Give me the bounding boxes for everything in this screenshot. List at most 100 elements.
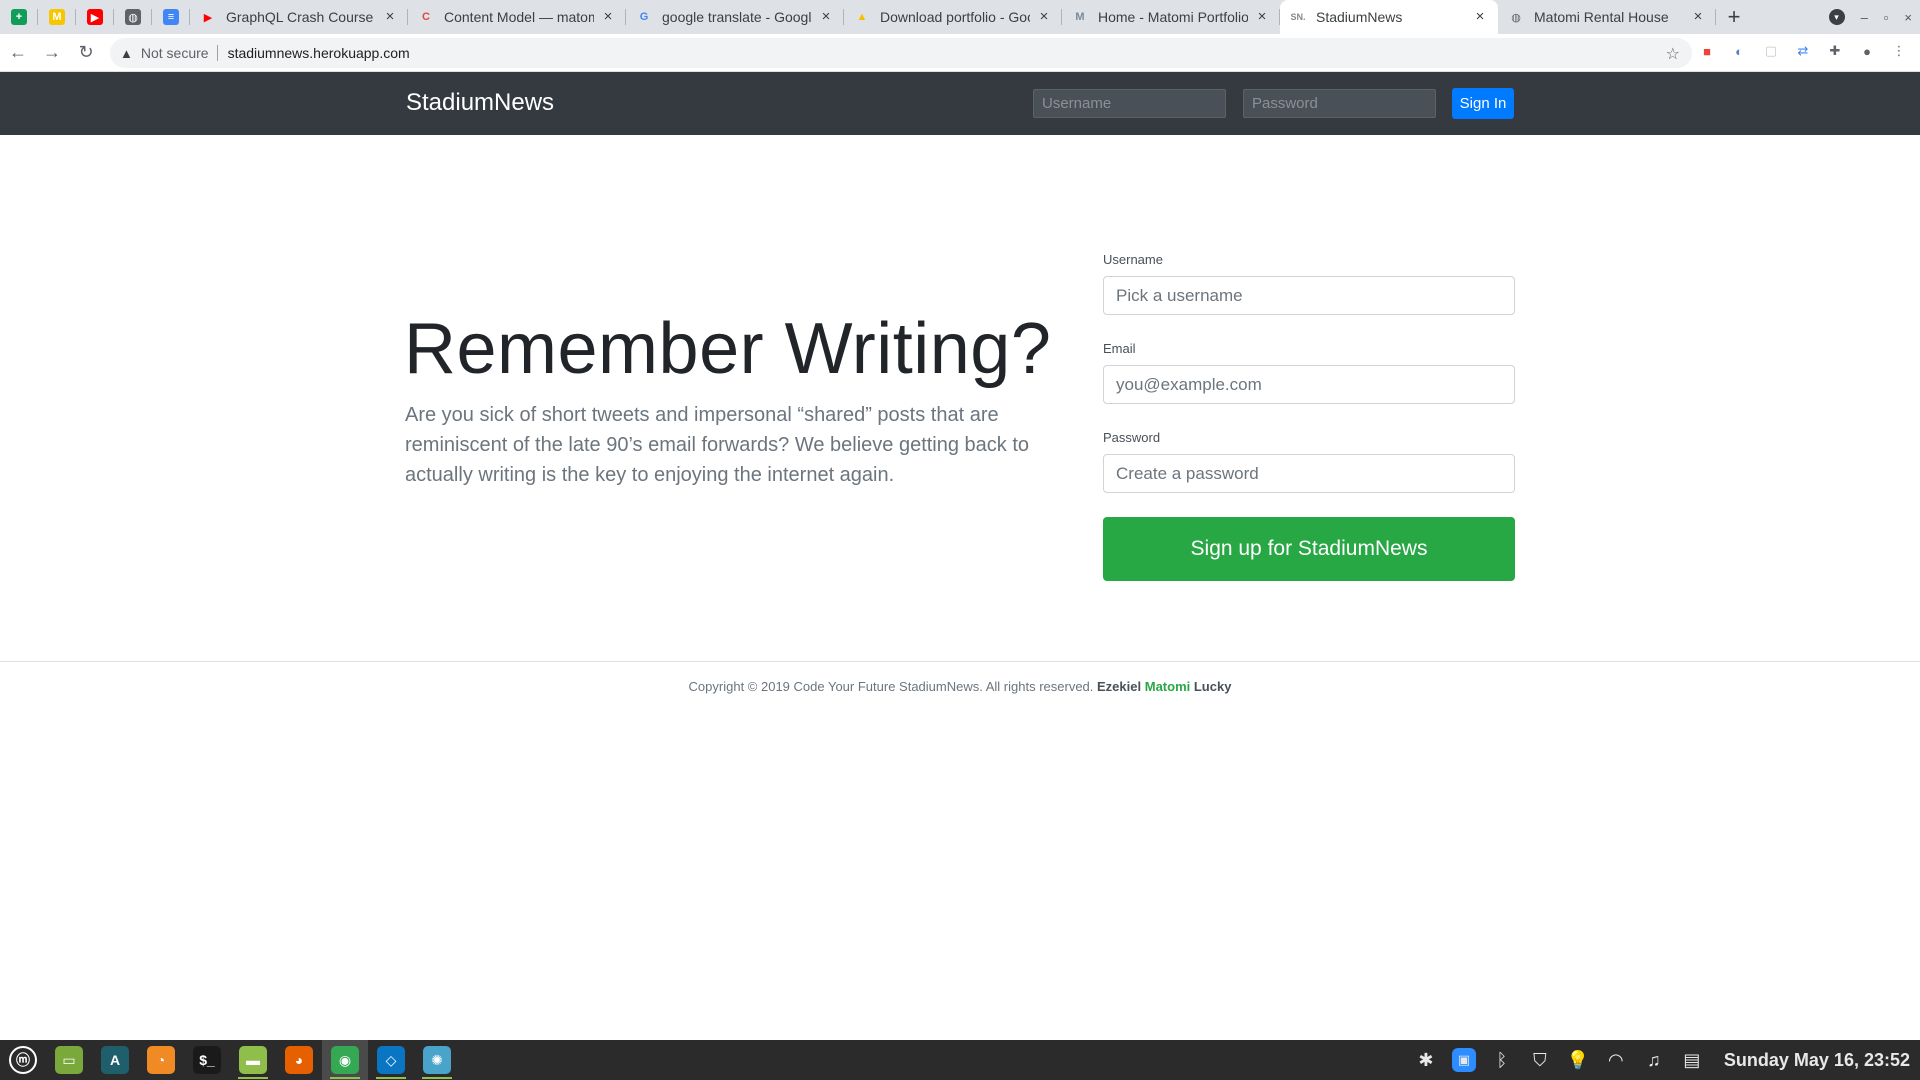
pinned-tab[interactable]: ▶ [76, 0, 114, 34]
youtube-icon: ▶ [203, 11, 213, 24]
browser-tab[interactable]: ◍ Matomi Rental House × [1498, 0, 1716, 34]
browser-tab[interactable]: C Content Model — matomi × [408, 0, 626, 34]
shield-icon[interactable]: ⛉ [1528, 1050, 1552, 1071]
clock[interactable]: Sunday May 16, 23:52 [1724, 1050, 1910, 1071]
sheets-icon: + [11, 9, 27, 25]
tab-search-icon[interactable]: ▾ [1828, 9, 1845, 25]
hero-lead-text: Are you sick of short tweets and imperso… [405, 404, 1030, 486]
hero-title: Remember Writing? [404, 309, 1052, 389]
bluetooth-icon[interactable]: ᛒ [1490, 1050, 1514, 1071]
puzzle-icon[interactable]: ✚ [1826, 42, 1844, 60]
footer-divider [0, 661, 1920, 662]
taskbar-app[interactable]: ▭ [46, 1040, 92, 1080]
vscode-icon: ◇ [377, 1046, 405, 1074]
address-bar[interactable]: ▲ Not secure stadiumnews.herokuapp.com ☆ [110, 38, 1692, 68]
bookmark-star-icon[interactable]: ☆ [1666, 44, 1680, 64]
brand-logo[interactable]: StadiumNews [406, 89, 554, 117]
music-icon[interactable]: ♫ [1642, 1050, 1666, 1071]
tab-close-icon[interactable]: × [600, 9, 616, 25]
mint-menu-icon: ⓜ [9, 1046, 37, 1074]
tab-title: GraphQL Crash Course - 20 [226, 9, 376, 25]
zoom-icon[interactable]: ▣ [1451, 1048, 1476, 1072]
browser-tab[interactable]: M Home - Matomi Portfolio × [1062, 0, 1280, 34]
taskbar-app[interactable]: ▬ [230, 1040, 276, 1080]
footer-author-middle: Matomi [1144, 679, 1191, 694]
close-window-icon[interactable]: × [1904, 10, 1912, 25]
files-green-icon: ▭ [55, 1046, 83, 1074]
new-tab-button[interactable]: + [1716, 0, 1752, 34]
browser-tab[interactable]: ▲ Download portfolio - Goo × [844, 0, 1062, 34]
profile-avatar-icon[interactable]: ● [1858, 42, 1876, 60]
taskbar-app[interactable]: ◕ [276, 1040, 322, 1080]
tab-title: Home - Matomi Portfolio [1098, 9, 1248, 25]
password-input[interactable] [1103, 454, 1515, 493]
tab-title: StadiumNews [1316, 9, 1403, 25]
chrome-icon: ◉ [331, 1046, 359, 1074]
tab-title: Matomi Rental House [1534, 9, 1669, 25]
slack-icon[interactable]: ✱ [1414, 1050, 1438, 1071]
tab-close-icon[interactable]: × [1690, 9, 1706, 25]
tab-close-icon[interactable]: × [1036, 9, 1052, 25]
taskbar-app[interactable]: ◔ [138, 1040, 184, 1080]
signup-form: Username Email Password Sign up for Stad… [1103, 252, 1515, 581]
extensions-area: ■ ◐ ▢ ⇄ ✚ ● ⋮ [1698, 42, 1908, 60]
warning-icon[interactable]: ▲ [120, 46, 133, 61]
translate-extension-icon[interactable]: ⇄ [1794, 42, 1812, 60]
pinned-tab[interactable]: M [38, 0, 76, 34]
username-group: Username [1103, 252, 1515, 315]
wifi-icon[interactable]: ◠ [1604, 1050, 1628, 1071]
extension-gray-icon[interactable]: ▢ [1762, 42, 1780, 60]
back-icon[interactable]: ← [2, 37, 34, 69]
window-controls: ▾ – ▫ × [1828, 0, 1912, 34]
docs-icon: ≡ [163, 9, 179, 25]
lightbulb-icon[interactable]: 💡 [1566, 1050, 1590, 1071]
pinned-tab[interactable]: + [0, 0, 38, 34]
browser-tab[interactable]: Ggoogle translate - Google × [626, 0, 844, 34]
email-label: Email [1103, 341, 1136, 356]
email-group: Email [1103, 341, 1515, 404]
site-navbar: StadiumNews Sign In [0, 72, 1920, 135]
taskbar-app[interactable]: ◇ [368, 1040, 414, 1080]
email-input[interactable] [1103, 365, 1515, 404]
extension-red-icon[interactable]: ■ [1698, 42, 1716, 60]
taskbar-app[interactable]: ◉ [322, 1040, 368, 1080]
globe-icon: ◍ [125, 9, 141, 25]
pinned-tab[interactable]: ≡ [152, 0, 190, 34]
taskbar-app[interactable]: A [92, 1040, 138, 1080]
tab-close-icon[interactable]: × [1472, 9, 1488, 25]
portfolio-icon: M [1075, 11, 1085, 23]
browser-tab[interactable]: SN. StadiumNews × [1280, 0, 1498, 34]
firefox-icon: ◕ [285, 1046, 313, 1074]
browser-tab-strip: + M ▶ ◍ ≡ ▶ GraphQL Crash Course - 20 × C Conten… [0, 0, 1920, 34]
taskbar-app[interactable]: ⓜ [0, 1040, 46, 1080]
footer-author-last: Lucky [1193, 679, 1232, 694]
taskbar-app[interactable]: $_ [184, 1040, 230, 1080]
browser-tab[interactable]: ▶ GraphQL Crash Course - 20 × [190, 0, 408, 34]
contentful-icon: C [422, 11, 430, 23]
tab-title: Download portfolio - Goo [880, 9, 1030, 25]
pinned-tab[interactable]: ◍ [114, 0, 152, 34]
signup-submit-button[interactable]: Sign up for StadiumNews [1103, 517, 1515, 581]
minimize-icon[interactable]: – [1861, 10, 1868, 25]
extension-blue-icon[interactable]: ◐ [1730, 42, 1748, 60]
security-status[interactable]: Not secure [141, 45, 209, 61]
tab-close-icon[interactable]: × [1254, 9, 1270, 25]
clipboard-icon[interactable]: ▤ [1680, 1050, 1704, 1071]
tab-close-icon[interactable]: × [382, 9, 398, 25]
sign-in-button[interactable]: Sign In [1452, 88, 1514, 119]
forward-icon[interactable]: → [36, 37, 68, 69]
folder-icon: ▬ [239, 1046, 267, 1074]
url-text[interactable]: stadiumnews.herokuapp.com [228, 45, 410, 61]
maximize-icon[interactable]: ▫ [1884, 10, 1889, 25]
header-password-input[interactable] [1243, 89, 1436, 118]
tab-close-icon[interactable]: × [818, 9, 834, 25]
drive-icon: ▲ [856, 11, 868, 23]
omnibox-separator [216, 45, 218, 61]
header-username-input[interactable] [1033, 89, 1226, 118]
firefox-dev-icon: ◔ [147, 1046, 175, 1074]
username-input[interactable] [1103, 276, 1515, 315]
os-taskbar: ⓜ ▭ A ◔ $_ ▬ ◕ ◉ ◇ ✺ ✱ ▣ ᛒ ⛉ 💡 ◠ ♫ ▤ Sunday May 16, 23:52 [0, 1040, 1920, 1080]
taskbar-app[interactable]: ✺ [414, 1040, 460, 1080]
menu-kebab-icon[interactable]: ⋮ [1890, 42, 1908, 60]
reload-icon[interactable]: ↻ [70, 37, 102, 69]
